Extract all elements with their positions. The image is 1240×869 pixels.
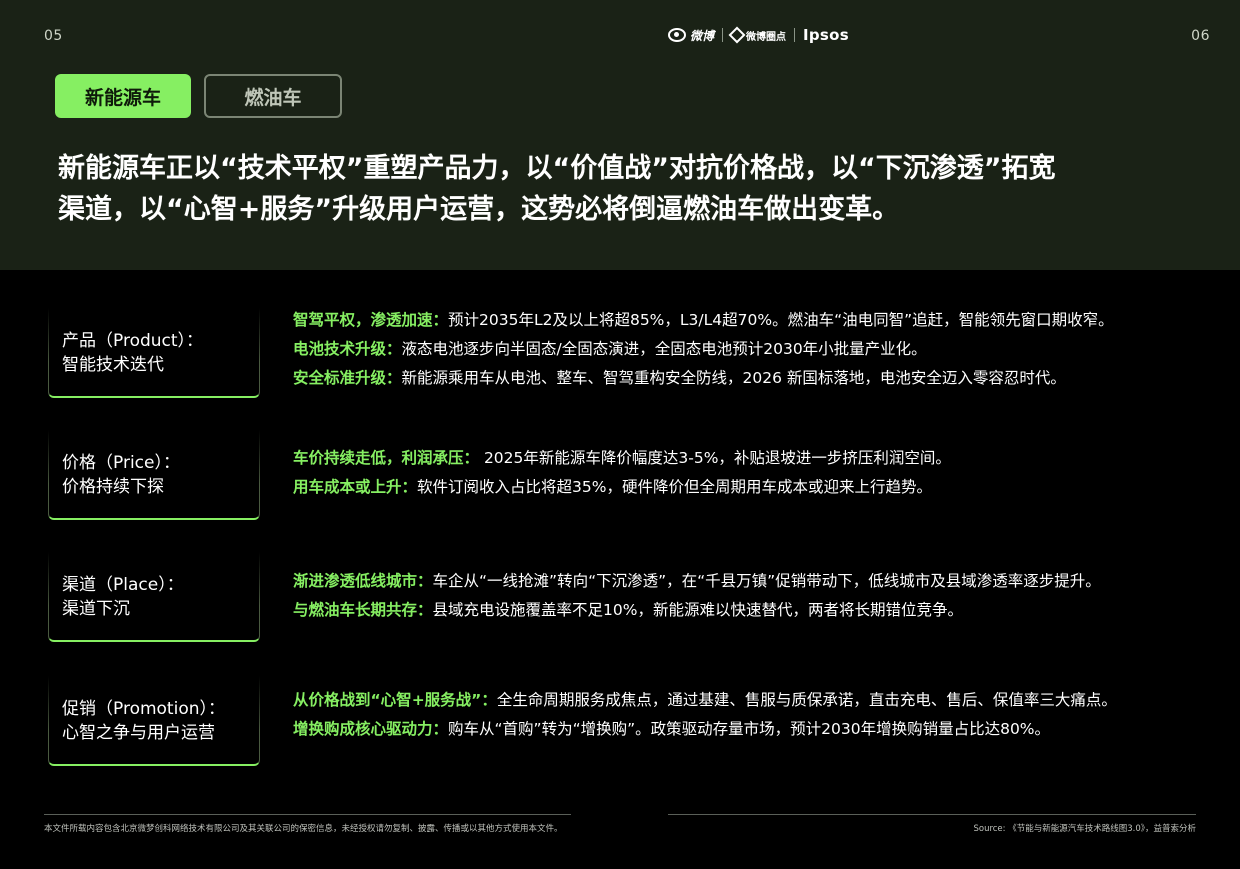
footer-source: Source: 《节能与新能源汽车技术路线图3.0》，益普索分析 bbox=[973, 824, 1196, 834]
detail-row: 安全标准升级：新能源乘用车从电池、整车、智驾重构安全防线，2026 新国标落地，… bbox=[293, 364, 1213, 393]
category-promotion: 促销（Promotion）： 心智之争与用户运营 bbox=[46, 676, 260, 766]
page-number-left: 05 bbox=[44, 28, 63, 44]
logo-divider bbox=[722, 28, 724, 42]
category-product: 产品（Product）： 智能技术迭代 bbox=[46, 308, 260, 398]
footer-divider-right bbox=[668, 814, 1196, 815]
detail-text: 车企从“一线抢滩”转向“下沉渗透”，在“千县万镇”促销带动下，低线城市及县域渗透… bbox=[432, 572, 1101, 590]
weibo-logo: 微博 bbox=[668, 27, 714, 44]
category-subtitle: 智能技术迭代 bbox=[62, 355, 164, 375]
weibo-eye-icon bbox=[668, 28, 686, 42]
headline-line-1: 新能源车正以“技术平权”重塑产品力，以“价值战”对抗价格战，以“下沉渗透”拓宽 bbox=[58, 153, 1056, 184]
place-details: 渐进渗透低线城市：车企从“一线抢滩”转向“下沉渗透”，在“千县万镇”促销带动下，… bbox=[293, 567, 1213, 625]
tab-fuel-car[interactable]: 燃油车 bbox=[204, 74, 342, 118]
detail-row: 电池技术升级：液态电池逐步向半固态/全固态演进，全固态电池预计2030年小批量产… bbox=[293, 335, 1213, 364]
detail-text: 2025年新能源车降价幅度达3-5%，补贴退坡进一步挤压利润空间。 bbox=[479, 449, 951, 467]
detail-row: 用车成本或上升：软件订阅收入占比将超35%，硬件降价但全周期用车成本或迎来上行趋… bbox=[293, 473, 1213, 502]
tab-new-energy[interactable]: 新能源车 bbox=[55, 74, 191, 118]
category-title: 渠道（Place）： bbox=[62, 575, 184, 595]
circle-logo-text: 微博圈点 bbox=[746, 31, 787, 43]
detail-text: 液态电池逐步向半固态/全固态演进，全固态电池预计2030年小批量产业化。 bbox=[401, 340, 927, 358]
category-subtitle: 渠道下沉 bbox=[62, 599, 130, 619]
product-details: 智驾平权，渗透加速：预计2035年L2及以上将超85%，L3/L4超70%。燃油… bbox=[293, 306, 1213, 393]
footer-disclaimer: 本文件所载内容包含北京微梦创科网络技术有限公司及其关联公司的保密信息，未经授权请… bbox=[44, 824, 563, 834]
category-title: 价格（Price）： bbox=[62, 453, 180, 473]
page-number-right: 06 bbox=[1191, 28, 1210, 44]
detail-highlight: 与燃油车长期共存： bbox=[293, 601, 433, 619]
headline-line-2: 渠道，以“心智+服务”升级用户运营，这势必将倒逼燃油车做出变革。 bbox=[58, 194, 900, 225]
detail-text: 预计2035年L2及以上将超85%，L3/L4超70%。燃油车“油电同智”追赶，… bbox=[448, 311, 1114, 329]
ipsos-logo: Ipsos bbox=[803, 26, 849, 44]
category-subtitle: 价格持续下探 bbox=[62, 477, 164, 497]
category-title: 促销（Promotion）： bbox=[62, 699, 225, 719]
detail-text: 全生命周期服务成焦点，通过基建、售服与质保承诺，直击充电、售后、保值率三大痛点。 bbox=[496, 691, 1117, 709]
detail-highlight: 增换购成核心驱动力： bbox=[293, 720, 449, 738]
detail-highlight: 安全标准升级： bbox=[293, 369, 402, 387]
logo-bar: 微博 微博圈点 Ipsos bbox=[668, 24, 849, 46]
detail-highlight: 用车成本或上升： bbox=[293, 478, 418, 496]
detail-highlight: 车价持续走低，利润承压： bbox=[293, 449, 480, 467]
headline: 新能源车正以“技术平权”重塑产品力，以“价值战”对抗价格战，以“下沉渗透”拓宽 … bbox=[58, 148, 1208, 230]
detail-highlight: 渐进渗透低线城市： bbox=[293, 572, 433, 590]
detail-row: 智驾平权，渗透加速：预计2035年L2及以上将超85%，L3/L4超70%。燃油… bbox=[293, 306, 1213, 335]
price-details: 车价持续走低，利润承压： 2025年新能源车降价幅度达3-5%，补贴退坡进一步挤… bbox=[293, 444, 1213, 502]
category-subtitle: 心智之争与用户运营 bbox=[62, 723, 215, 743]
category-place: 渠道（Place）： 渠道下沉 bbox=[46, 552, 260, 642]
detail-row: 车价持续走低，利润承压： 2025年新能源车降价幅度达3-5%，补贴退坡进一步挤… bbox=[293, 444, 1213, 473]
detail-text: 新能源乘用车从电池、整车、智驾重构安全防线，2026 新国标落地，电池安全迈入零… bbox=[401, 369, 1066, 387]
detail-row: 增换购成核心驱动力：购车从“首购”转为“增换购”。政策驱动存量市场，预计2030… bbox=[293, 715, 1213, 744]
diamond-icon bbox=[728, 26, 746, 44]
detail-text: 软件订阅收入占比将超35%，硬件降价但全周期用车成本或迎来上行趋势。 bbox=[417, 478, 932, 496]
weibo-logo-text: 微博 bbox=[690, 28, 715, 43]
detail-text: 县域充电设施覆盖率不足10%，新能源难以快速替代，两者将长期错位竞争。 bbox=[432, 601, 963, 619]
footer-divider-left bbox=[44, 814, 571, 815]
detail-row: 与燃油车长期共存：县域充电设施覆盖率不足10%，新能源难以快速替代，两者将长期错… bbox=[293, 596, 1213, 625]
detail-row: 渐进渗透低线城市：车企从“一线抢滩”转向“下沉渗透”，在“千县万镇”促销带动下，… bbox=[293, 567, 1213, 596]
category-price: 价格（Price）： 价格持续下探 bbox=[46, 430, 260, 520]
detail-text: 购车从“首购”转为“增换购”。政策驱动存量市场，预计2030年增换购销量占比达8… bbox=[448, 720, 1051, 738]
category-title: 产品（Product）： bbox=[62, 331, 204, 351]
detail-highlight: 从价格战到“心智+服务战”： bbox=[293, 691, 497, 709]
logo-divider bbox=[794, 28, 796, 42]
detail-row: 从价格战到“心智+服务战”：全生命周期服务成焦点，通过基建、售服与质保承诺，直击… bbox=[293, 686, 1213, 715]
promotion-details: 从价格战到“心智+服务战”：全生命周期服务成焦点，通过基建、售服与质保承诺，直击… bbox=[293, 686, 1213, 744]
circle-logo: 微博圈点 bbox=[728, 26, 787, 44]
detail-highlight: 电池技术升级： bbox=[293, 340, 402, 358]
detail-highlight: 智驾平权，渗透加速： bbox=[293, 311, 449, 329]
